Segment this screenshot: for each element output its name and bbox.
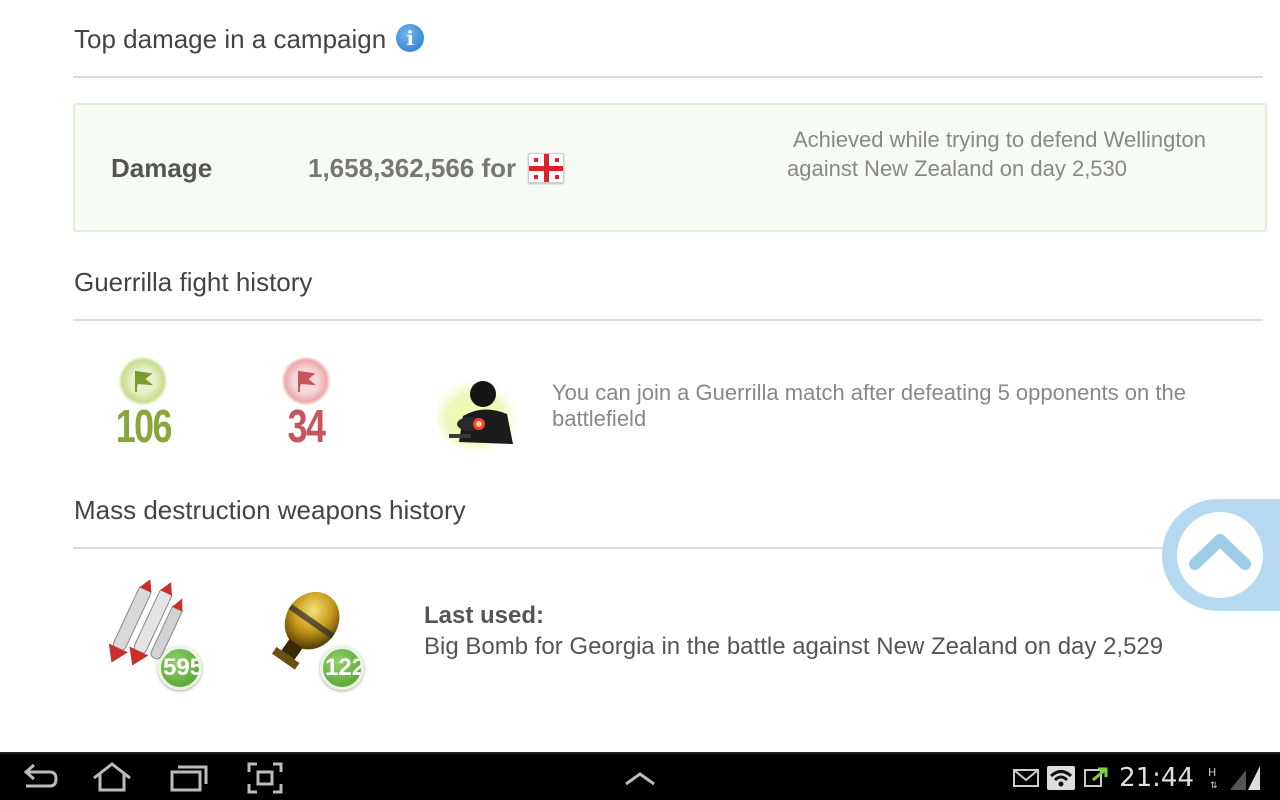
last-used-label: Last used: bbox=[424, 602, 545, 629]
back-icon[interactable] bbox=[20, 760, 60, 796]
sync-icon bbox=[1084, 767, 1108, 787]
svg-text:⇅: ⇅ bbox=[1210, 781, 1218, 791]
damage-value-line: 1,658,362,566 for bbox=[308, 153, 565, 185]
losses-count: 34 bbox=[287, 400, 326, 452]
big-bomb-weapon[interactable]: 122 bbox=[258, 580, 378, 690]
top-damage-panel: Damage 1,658,362,566 for Achieved while … bbox=[73, 103, 1267, 232]
svg-text:H: H bbox=[1208, 766, 1216, 779]
rockets-weapon[interactable]: 595 bbox=[96, 579, 216, 690]
chevron-up-icon bbox=[1189, 534, 1251, 570]
guerrilla-losses: 34 bbox=[271, 355, 341, 453]
info-icon[interactable]: i bbox=[396, 24, 425, 53]
wins-count: 106 bbox=[115, 400, 173, 452]
home-icon[interactable] bbox=[92, 760, 132, 796]
top-damage-title: Top damage in a campaign bbox=[74, 24, 387, 54]
status-area[interactable]: 21:44 H ⇅ bbox=[1013, 754, 1262, 800]
georgia-flag-icon[interactable] bbox=[528, 153, 565, 184]
guerrilla-wins: 106 bbox=[108, 355, 178, 453]
top-damage-heading: Top damage in a campaign i bbox=[74, 24, 425, 55]
guerrilla-fighter-icon bbox=[435, 372, 525, 452]
last-used-text: Big Bomb for Georgia in the battle again… bbox=[424, 633, 1164, 660]
system-nav-bar: 21:44 H ⇅ bbox=[0, 752, 1280, 800]
divider bbox=[73, 547, 1173, 549]
menu-up-icon[interactable] bbox=[620, 760, 660, 796]
last-used-info: Last used: Big Bomb for Georgia in the b… bbox=[424, 600, 1163, 662]
signal-icon: H ⇅ bbox=[1208, 766, 1260, 791]
guerrilla-message: You can join a Guerrilla match after def… bbox=[552, 380, 1186, 431]
damage-description: Achieved while trying to defend Wellingt… bbox=[787, 127, 1206, 181]
guerrilla-title: Guerrilla fight history bbox=[74, 267, 313, 297]
scroll-to-top-button[interactable] bbox=[1162, 499, 1280, 611]
mass-destruction-title: Mass destruction weapons history bbox=[74, 495, 466, 525]
divider bbox=[73, 76, 1263, 78]
screenshot-icon[interactable] bbox=[245, 760, 285, 796]
divider bbox=[73, 319, 1263, 321]
damage-value: 1,658,362,566 for bbox=[308, 153, 517, 183]
gmail-icon bbox=[1013, 769, 1040, 787]
big-bomb-count: 122 bbox=[320, 646, 364, 690]
clock: 21:44 bbox=[1119, 763, 1194, 793]
wifi-icon bbox=[1047, 766, 1076, 790]
damage-label: Damage bbox=[111, 153, 213, 183]
recent-apps-icon[interactable] bbox=[168, 760, 208, 796]
rockets-count: 595 bbox=[158, 646, 202, 690]
